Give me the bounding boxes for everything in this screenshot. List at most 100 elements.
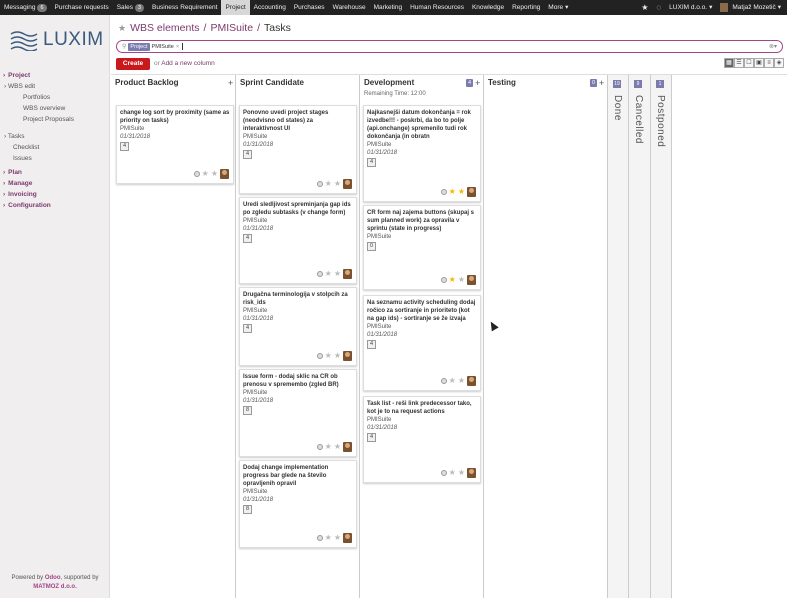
star-icon[interactable]: ★	[458, 276, 465, 284]
status-dot-icon[interactable]	[193, 171, 200, 177]
star-icon[interactable]: ★	[325, 180, 332, 188]
task-card[interactable]: Uredi sledljivost spreminjanja gap ids p…	[239, 197, 357, 284]
column-done-folded[interactable]: 19 Done	[608, 75, 629, 598]
favorite-star-icon[interactable]: ★	[118, 23, 126, 34]
sidebar-item-invoicing[interactable]: › Invoicing	[0, 189, 110, 200]
star-icon[interactable]: ★	[449, 469, 456, 477]
view-switcher: ▦ ☰ ☐ ▣ ≡ ◈	[724, 58, 784, 68]
star-icon[interactable]: ★	[334, 180, 341, 188]
status-dot-icon[interactable]	[316, 271, 323, 277]
column-postponed-folded[interactable]: 1 Postponed	[651, 75, 672, 598]
menu-business-requirement[interactable]: Business Requirement	[148, 0, 221, 15]
star-icon[interactable]: ★	[449, 377, 456, 385]
sidebar-item-project-proposals[interactable]: Project Proposals	[0, 114, 110, 125]
search-input[interactable]: ⚲ Project PMISuite × ⊗▾	[116, 40, 783, 53]
menu-warehouse[interactable]: Warehouse	[329, 0, 370, 15]
menu-knowledge[interactable]: Knowledge	[468, 0, 508, 15]
sidebar-item-checklist[interactable]: Checklist	[0, 142, 110, 153]
star-icon[interactable]: ★	[637, 3, 652, 12]
menu-sales[interactable]: Sales 3	[113, 0, 148, 15]
list-view-icon[interactable]: ☰	[734, 58, 744, 68]
create-button[interactable]: Create	[116, 58, 150, 70]
menu-purchase-requests[interactable]: Purchase requests	[51, 0, 113, 15]
status-dot-icon[interactable]	[440, 189, 447, 195]
task-card[interactable]: change log sort by proximity (same as pr…	[116, 105, 234, 184]
task-card[interactable]: CR form naj zajema buttons (skupaj s sum…	[363, 205, 481, 290]
facet-remove-icon[interactable]: ×	[176, 44, 179, 50]
odoo-link[interactable]: Odoo	[45, 575, 61, 581]
company-switcher[interactable]: LUXIM d.o.o. ▾	[665, 0, 716, 15]
add-card-icon[interactable]: +	[475, 78, 480, 88]
caret-right-icon: ›	[3, 169, 6, 176]
user-menu[interactable]: Matjaž Mozetič ▾	[716, 0, 785, 15]
task-card[interactable]: Najkasnejši datum dokončanja = rok izved…	[363, 105, 481, 202]
status-dot-icon[interactable]	[440, 378, 447, 384]
status-dot-icon[interactable]	[440, 470, 447, 476]
gantt-view-icon[interactable]: ≡	[764, 58, 774, 68]
star-icon[interactable]: ★	[458, 469, 465, 477]
search-icon: ⚲	[122, 44, 127, 50]
menu-messaging[interactable]: Messaging 6	[0, 0, 51, 15]
star-icon[interactable]: ★	[325, 534, 332, 542]
star-icon[interactable]: ★	[202, 170, 209, 178]
menu-more[interactable]: More ▾	[544, 0, 572, 15]
column-count-badge: 9	[634, 80, 642, 88]
star-icon[interactable]: ★	[334, 352, 341, 360]
column-title[interactable]: Testing	[488, 78, 516, 87]
sidebar-item-tasks[interactable]: › Tasks	[0, 131, 110, 142]
search-options-icon[interactable]: ⊗▾	[769, 43, 777, 50]
star-icon[interactable]: ★	[334, 443, 341, 451]
column-title[interactable]: Product Backlog	[115, 78, 179, 87]
task-card[interactable]: Issue form - dodaj sklic na CR ob prenos…	[239, 369, 357, 457]
chat-icon[interactable]: ◌	[652, 3, 665, 12]
task-card[interactable]: Ponovno uvedi project stages (neodvisno …	[239, 105, 357, 194]
column-cancelled-folded[interactable]: 9 Cancelled	[629, 75, 651, 598]
sidebar-item-issues[interactable]: Issues	[0, 153, 110, 164]
menu-purchases[interactable]: Purchases	[290, 0, 329, 15]
graph-view-icon[interactable]: ◈	[774, 58, 784, 68]
form-view-icon[interactable]: ☐	[744, 58, 754, 68]
star-icon[interactable]: ★	[211, 170, 218, 178]
star-icon[interactable]: ★	[325, 352, 332, 360]
star-icon[interactable]: ★	[325, 443, 332, 451]
company-logo[interactable]: LUXIM	[10, 29, 104, 51]
status-dot-icon[interactable]	[316, 181, 323, 187]
status-dot-icon[interactable]	[316, 353, 323, 359]
sidebar-item-manage[interactable]: › Manage	[0, 178, 110, 189]
star-icon[interactable]: ★	[334, 270, 341, 278]
status-dot-icon[interactable]	[316, 444, 323, 450]
sidebar-item-wbs-overview[interactable]: WBS overview	[0, 103, 110, 114]
breadcrumb-wbs-elements[interactable]: WBS elements	[130, 22, 199, 34]
task-card[interactable]: Drugačna terminologija v stolpcih za ris…	[239, 287, 357, 366]
star-filled-icon[interactable]: ★	[449, 276, 456, 284]
status-dot-icon[interactable]	[316, 535, 323, 541]
star-filled-icon[interactable]: ★	[458, 188, 465, 196]
menu-human-resources[interactable]: Human Resources	[406, 0, 468, 15]
sidebar-item-portfolios[interactable]: Portfolios	[0, 92, 110, 103]
star-icon[interactable]: ★	[325, 270, 332, 278]
task-card[interactable]: Task list - reši link predecessor tako, …	[363, 396, 481, 483]
kanban-view-icon[interactable]: ▦	[724, 58, 734, 68]
add-column-link[interactable]: Add a new column	[161, 60, 214, 67]
sidebar-item-project[interactable]: › Project	[0, 70, 110, 81]
star-icon[interactable]: ★	[334, 534, 341, 542]
column-title[interactable]: Development	[364, 78, 414, 87]
sidebar-item-wbs-edit[interactable]: › WBS edit	[0, 81, 110, 92]
add-card-icon[interactable]: +	[228, 78, 233, 88]
calendar-view-icon[interactable]: ▣	[754, 58, 764, 68]
menu-project[interactable]: Project	[221, 0, 250, 15]
task-card[interactable]: Dodaj change implementation progress bar…	[239, 460, 357, 548]
breadcrumb-pmisuite[interactable]: PMISuite	[210, 22, 253, 34]
menu-marketing[interactable]: Marketing	[370, 0, 407, 15]
add-card-icon[interactable]: +	[599, 78, 604, 88]
column-title[interactable]: Sprint Candidate	[240, 78, 304, 87]
menu-accounting[interactable]: Accounting	[250, 0, 290, 15]
sidebar-item-plan[interactable]: › Plan	[0, 167, 110, 178]
star-icon[interactable]: ★	[458, 377, 465, 385]
task-card[interactable]: Na seznamu activity scheduling dodaj roč…	[363, 295, 481, 391]
star-filled-icon[interactable]: ★	[449, 188, 456, 196]
menu-reporting[interactable]: Reporting	[508, 0, 544, 15]
company-link[interactable]: MATMOZ d.o.o.	[33, 584, 77, 590]
status-dot-icon[interactable]	[440, 277, 447, 283]
sidebar-item-configuration[interactable]: › Configuration	[0, 200, 110, 211]
